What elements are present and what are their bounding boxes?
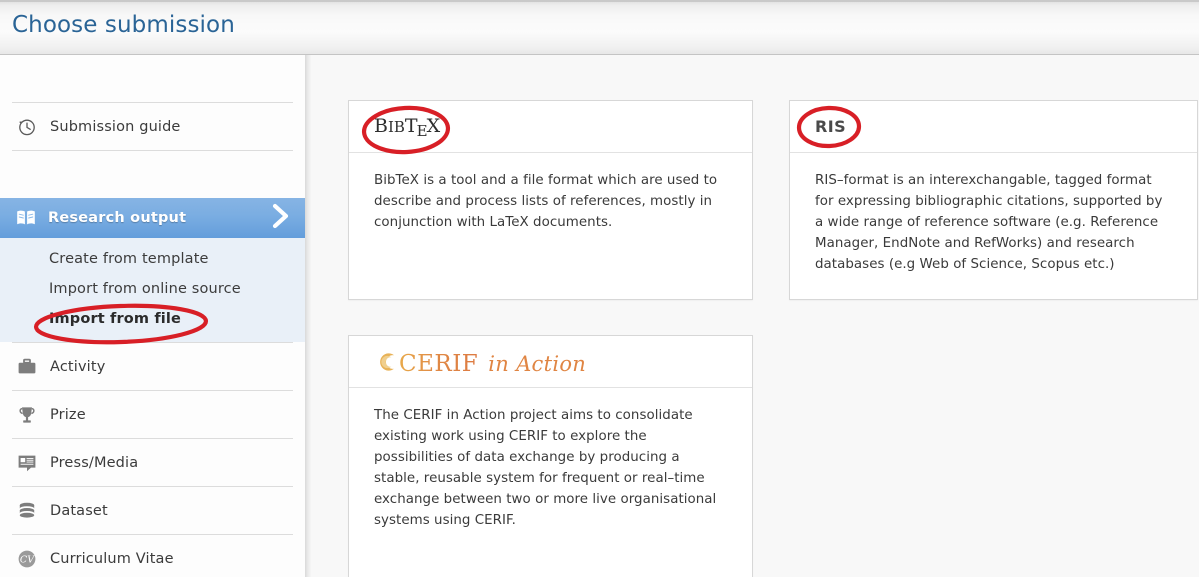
card-description: The CERIF in Action project aims to cons… [374, 408, 717, 528]
svg-text:CV: CV [20, 554, 35, 565]
submission-card-cerif[interactable]: CERIF in Action The CERIF in Action proj… [348, 335, 753, 577]
press-banner-icon [14, 450, 40, 476]
sidebar-item-research-output[interactable]: Research output [0, 198, 305, 238]
page-body: Submission guide Research output Create … [0, 55, 1199, 577]
sidebar-item-label: Prize [50, 406, 86, 423]
sidebar-submenu-research-output: Create from template Import from online … [0, 238, 305, 342]
submission-card-ris[interactable]: RIS RIS–format is an interexchangable, t… [789, 100, 1198, 300]
submenu-item-create-from-template[interactable]: Create from template [0, 244, 305, 274]
cerif-script-text: in Action [488, 351, 587, 376]
sidebar-item-label: Dataset [50, 502, 108, 519]
database-icon [14, 498, 40, 524]
sidebar-item-label: Research output [48, 210, 187, 226]
sidebar-item-label: Curriculum Vitae [50, 550, 174, 567]
page-header: Choose submission [0, 0, 1199, 55]
sidebar-item-label: Activity [50, 358, 106, 375]
sidebar-top-spacer [0, 55, 305, 102]
cerif-wordmark: CERIF [399, 350, 479, 377]
sidebar-item-label: Submission guide [50, 118, 181, 135]
submenu-item-label: Create from template [49, 251, 209, 267]
briefcase-icon [14, 354, 40, 380]
cerif-logo: CERIF in Action [374, 347, 586, 377]
card-header: CERIF in Action [349, 336, 752, 388]
ris-logo: RIS [815, 117, 846, 136]
sidebar: Submission guide Research output Create … [0, 55, 305, 577]
card-description: RIS–format is an interexchangable, tagge… [815, 173, 1163, 272]
book-icon [14, 206, 38, 230]
submission-card-bibtex[interactable]: BIBTEX BibTeX is a tool and a file forma… [348, 100, 753, 300]
submenu-item-label: Import from online source [49, 281, 241, 297]
sidebar-content-divider [305, 55, 312, 577]
sidebar-item-label: Press/Media [50, 454, 139, 471]
sidebar-item-submission-guide[interactable]: Submission guide [0, 103, 305, 150]
sidebar-item-curriculum-vitae[interactable]: CV Curriculum Vitae [0, 535, 305, 577]
sidebar-item-dataset[interactable]: Dataset [0, 487, 305, 534]
clock-history-icon [14, 114, 40, 140]
sidebar-item-activity[interactable]: Activity [0, 343, 305, 390]
submenu-item-import-from-file[interactable]: Import from file [0, 304, 305, 334]
card-header: BIBTEX [349, 101, 752, 153]
chevron-right-icon[interactable] [271, 203, 291, 233]
card-description: BibTeX is a tool and a file format which… [374, 173, 718, 230]
trophy-icon [14, 402, 40, 428]
bibtex-logo: BIBTEX [374, 115, 441, 140]
submenu-item-import-from-online-source[interactable]: Import from online source [0, 274, 305, 304]
sidebar-item-press-media[interactable]: Press/Media [0, 439, 305, 486]
choose-submission-page: Choose submission Submission guide Resea… [0, 0, 1199, 577]
content-area: BIBTEX BibTeX is a tool and a file forma… [312, 55, 1199, 577]
page-title: Choose submission [12, 12, 235, 38]
card-header: RIS [790, 101, 1197, 153]
cv-badge-icon: CV [14, 546, 40, 572]
submenu-item-label: Import from file [49, 311, 182, 327]
sidebar-item-prize[interactable]: Prize [0, 391, 305, 438]
cerif-swirl-icon [374, 350, 398, 378]
